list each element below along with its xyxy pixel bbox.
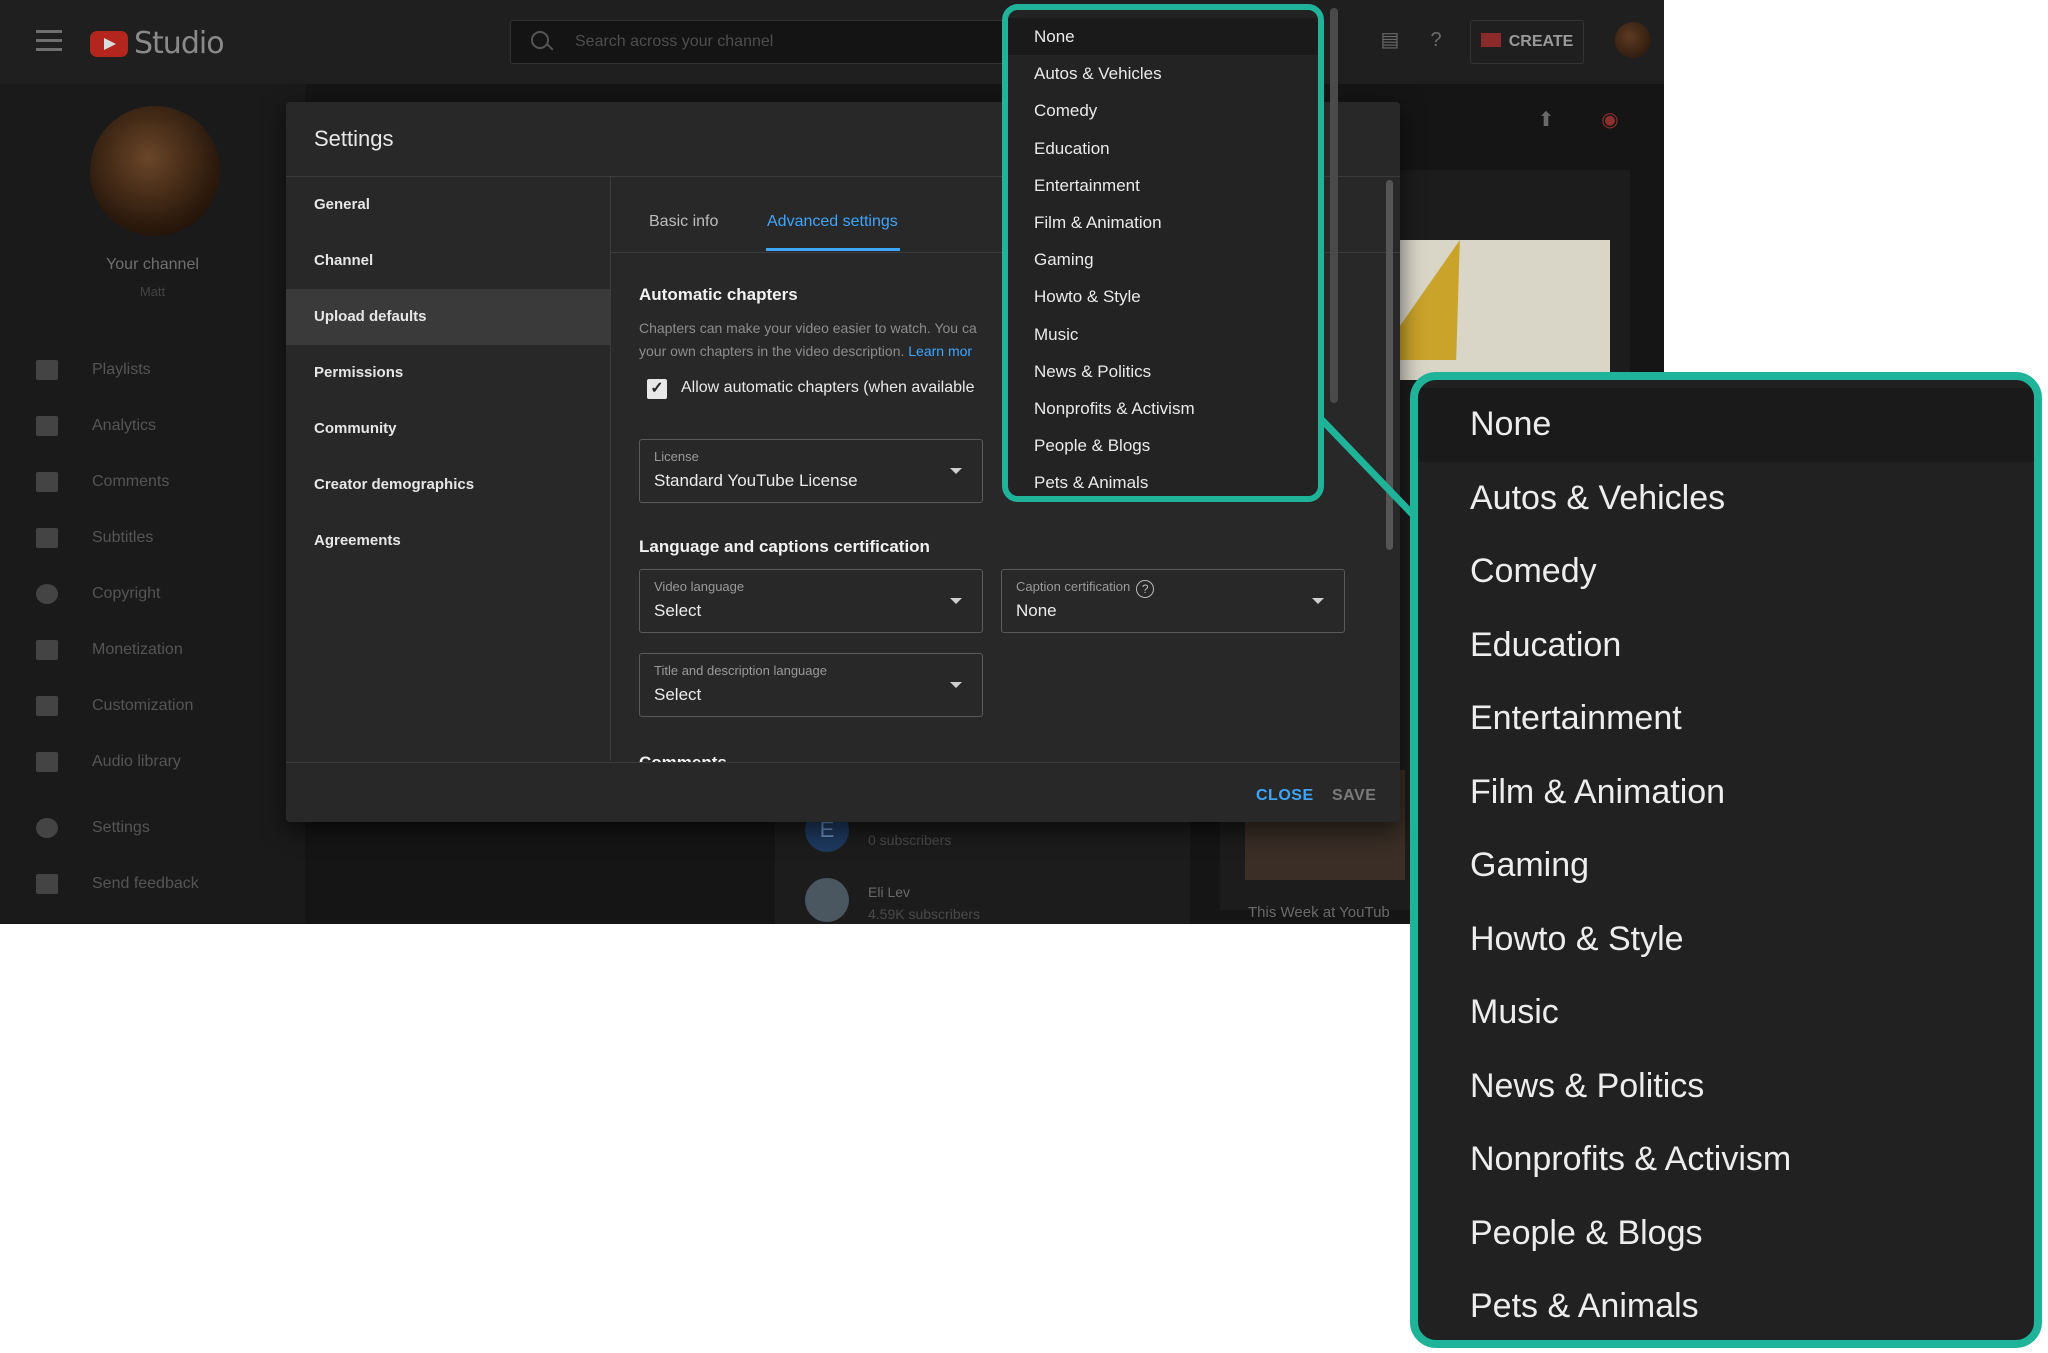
category-dropdown-zoom-callout: None Autos & Vehicles Comedy Education E…: [1410, 372, 2042, 1348]
zoom-option-news-politics: News & Politics: [1470, 1066, 1705, 1105]
zoom-option-none: None: [1418, 388, 2034, 462]
zoom-option-pets-animals: Pets & Animals: [1470, 1287, 1699, 1325]
zoom-option-nonprofits-activism: Nonprofits & Activism: [1470, 1140, 1792, 1178]
zoom-option-people-blogs: People & Blogs: [1470, 1213, 1703, 1252]
zoom-option-film-animation: Film & Animation: [1470, 772, 1726, 811]
zoom-option-autos-vehicles: Autos & Vehicles: [1470, 478, 1726, 517]
zoom-option-gaming: Gaming: [1470, 846, 1590, 884]
zoom-category-options: None Autos & Vehicles Comedy Education E…: [1418, 380, 2034, 1340]
zoom-option-music: Music: [1470, 993, 1559, 1031]
zoom-option-howto-style: Howto & Style: [1470, 919, 1684, 958]
zoom-option-entertainment: Entertainment: [1470, 699, 1682, 737]
callout-line: [1319, 417, 1421, 523]
zoom-option-education: Education: [1470, 625, 1622, 664]
zoom-option-comedy: Comedy: [1470, 552, 1597, 590]
